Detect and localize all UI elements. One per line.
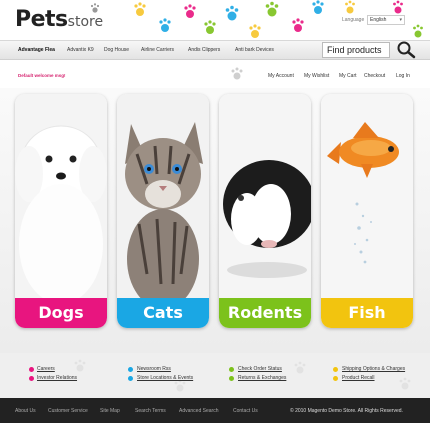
bullet-icon [333,367,338,372]
bottom-link-site-map[interactable]: Site Map [100,408,120,414]
logo-paw-icon [90,3,100,13]
copyright-text: © 2010 Magento Demo Store. All Rights Re… [290,408,403,414]
bullet-icon [29,367,34,372]
rodent-image [219,94,311,298]
bullet-icon [29,376,34,381]
footer-link-product-recall[interactable]: Product Recall [342,375,375,381]
fish-image [321,94,413,298]
checkout-link[interactable]: Checkout [364,73,385,79]
nav-item-andis-clippers[interactable]: Andis Clippers [188,47,220,53]
bullet-icon [333,376,338,381]
footer-link-investor-relations[interactable]: Investor Relations [37,375,77,381]
my-wishlist-link[interactable]: My Wishlist [304,73,329,79]
nav-item-advantage-flea[interactable]: Advantage Flea [18,47,55,53]
footer-link-returns-exchanges[interactable]: Returns & Exchanges [238,375,286,381]
category-card-cats[interactable]: Cats [117,94,209,328]
nav-item-advantix-k9[interactable]: Advantix K9 [67,47,94,53]
nav-item-airline-carriers[interactable]: Airline Carriers [141,47,174,53]
bottom-link-about-us[interactable]: About Us [15,408,36,414]
bottom-link-search-terms[interactable]: Search Terms [135,408,166,414]
bullet-icon [128,376,133,381]
category-label-rodents[interactable]: Rodents [219,298,311,328]
search-input[interactable]: Find products [322,42,390,58]
category-card-rodents[interactable]: Rodents [219,94,311,328]
category-card-fish[interactable]: Fish [321,94,413,328]
nav-item-dog-house[interactable]: Dog House [104,47,129,53]
footer-link-newsroom-rss[interactable]: Newsroom Rss [137,366,171,372]
language-label: Language [342,17,365,23]
bullet-icon [229,376,234,381]
category-card-dogs[interactable]: Dogs [15,94,107,328]
bullet-icon [229,367,234,372]
category-label-dogs[interactable]: Dogs [15,298,107,328]
logo-sub-text: store [67,14,104,30]
bullet-icon [128,367,133,372]
chevron-down-icon: ▾ [399,17,402,23]
my-account-link[interactable]: My Account [268,73,294,79]
bottom-link-advanced-search[interactable]: Advanced Search [179,408,218,414]
language-selected-value: English [370,17,387,23]
footer-link-store-locations[interactable]: Store Locations & Events [137,375,193,381]
log-in-link[interactable]: Log In [396,73,410,79]
footer-link-careers[interactable]: Careers [37,366,55,372]
category-label-fish[interactable]: Fish [321,298,413,328]
language-select[interactable]: English ▾ [367,15,405,25]
paw-icon [231,67,243,80]
bottom-bar: About Us Customer Service Site Map Searc… [0,398,430,423]
footer-link-shipping-options[interactable]: Shipping Options & Charges [342,366,405,372]
logo-main-text: Pets [15,7,68,32]
nav-item-anti-bark-devices[interactable]: Anti bark Devices [235,47,274,53]
category-label-cats[interactable]: Cats [117,298,209,328]
search-icon[interactable] [395,40,417,60]
welcome-message: Default welcome msg! [18,73,66,78]
dog-image [15,94,107,298]
bottom-link-contact-us[interactable]: Contact Us [233,408,258,414]
my-cart-link[interactable]: My Cart [339,73,357,79]
bottom-link-customer-service[interactable]: Customer Service [48,408,88,414]
footer-link-check-order-status[interactable]: Check Order Status [238,366,282,372]
cat-image [117,94,209,298]
header: Petsstore Language English ▾ [0,0,430,40]
